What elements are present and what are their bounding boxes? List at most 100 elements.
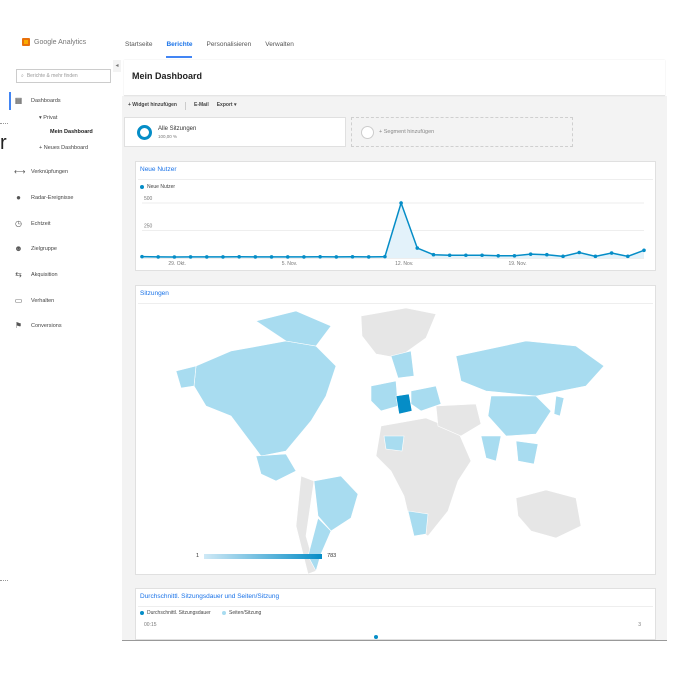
data-point[interactable] bbox=[253, 255, 258, 259]
divider bbox=[138, 606, 653, 607]
sidebar-item-akquisition[interactable]: ⇆ Akquisition bbox=[14, 270, 57, 279]
tab-startseite[interactable]: Startseite bbox=[125, 41, 152, 58]
email-button[interactable]: E-Mail bbox=[194, 102, 209, 110]
search-placeholder: Berichte & mehr finden bbox=[26, 73, 78, 79]
clock-icon: ◷ bbox=[15, 219, 22, 228]
sidebar-item-label: Radar-Ereignisse bbox=[31, 194, 74, 201]
export-button[interactable]: Export ▾ bbox=[217, 102, 237, 110]
data-point[interactable] bbox=[350, 254, 355, 259]
sidebar-item-verknuepfungen[interactable]: ⟷ Verknüpfungen bbox=[14, 167, 68, 176]
y-tick-label: 500 bbox=[144, 196, 153, 202]
map-europe-west bbox=[370, 380, 399, 412]
flag-icon: ⚑ bbox=[14, 321, 23, 330]
data-point[interactable] bbox=[188, 255, 193, 259]
data-point[interactable] bbox=[545, 252, 549, 257]
people-icon: ☻ bbox=[14, 244, 23, 253]
map-scale: 1 783 bbox=[196, 553, 336, 559]
map-germany bbox=[395, 393, 413, 415]
map-mexico bbox=[255, 453, 297, 482]
world-map bbox=[175, 307, 605, 575]
data-point[interactable] bbox=[609, 251, 614, 255]
collapse-sidebar-button[interactable]: ◂ bbox=[113, 60, 121, 72]
data-point[interactable] bbox=[464, 253, 468, 258]
data-point[interactable] bbox=[528, 252, 533, 256]
data-point[interactable] bbox=[156, 255, 160, 259]
data-point[interactable] bbox=[221, 255, 225, 259]
sidebar-item-verhalten[interactable]: ▭ Verhalten bbox=[14, 296, 55, 305]
data-point[interactable] bbox=[577, 250, 582, 255]
map-greenland bbox=[360, 307, 437, 359]
data-point[interactable] bbox=[285, 255, 290, 259]
add-segment-label: + Segment hinzufügen bbox=[379, 129, 435, 135]
data-point[interactable] bbox=[140, 254, 144, 259]
data-point[interactable] bbox=[447, 253, 452, 258]
widget-title[interactable]: Durchschnittl. Sitzungsdauer und Seiten/… bbox=[140, 593, 279, 600]
window-icon: ▭ bbox=[14, 296, 23, 305]
scale-min: 1 bbox=[196, 553, 200, 559]
add-segment-button[interactable]: + Segment hinzufügen bbox=[351, 117, 573, 147]
tab-personalisieren[interactable]: Personalisieren bbox=[206, 41, 251, 58]
sidebar-item-neues-dashboard[interactable]: + Neues Dashboard bbox=[39, 145, 88, 151]
divider bbox=[122, 640, 667, 641]
sidebar-item-zielgruppe[interactable]: ☻ Zielgruppe bbox=[14, 244, 57, 253]
arrows-icon: ⇆ bbox=[15, 270, 22, 279]
data-point[interactable] bbox=[269, 255, 274, 259]
sidebar-item-echtzeit[interactable]: ◷ Echtzeit bbox=[14, 219, 51, 228]
segment-percentage: 100,00 % bbox=[158, 134, 178, 139]
data-point[interactable] bbox=[204, 255, 209, 259]
data-point[interactable] bbox=[383, 254, 387, 259]
sidebar-item-radar[interactable]: ● Radar-Ereignisse bbox=[14, 193, 74, 202]
map-china bbox=[487, 395, 552, 437]
data-point[interactable] bbox=[512, 254, 517, 258]
tab-verwalten[interactable]: Verwalten bbox=[265, 41, 294, 58]
scale-max: 783 bbox=[327, 553, 337, 559]
brand-name: Google Analytics bbox=[34, 38, 87, 46]
data-point[interactable] bbox=[496, 254, 501, 258]
add-widget-button[interactable]: + Widget hinzufügen bbox=[128, 102, 177, 110]
map-southeast-asia bbox=[515, 440, 539, 465]
map-west-africa bbox=[383, 435, 405, 452]
tab-berichte[interactable]: Berichte bbox=[166, 41, 193, 58]
data-point[interactable] bbox=[626, 254, 630, 259]
sidebar-item-conversions[interactable]: ⚑ Conversions bbox=[14, 321, 62, 330]
x-tick-label: 12. Nov. bbox=[395, 261, 413, 267]
data-point[interactable] bbox=[399, 201, 403, 205]
search-input[interactable]: ⌕ Berichte & mehr finden bbox=[16, 69, 111, 83]
segment-card[interactable]: Alle Sitzungen 100,00 % bbox=[124, 117, 346, 147]
map-south-africa bbox=[407, 510, 429, 537]
y-tick-label: 250 bbox=[144, 224, 153, 230]
data-point[interactable] bbox=[237, 254, 241, 259]
map-scandinavia bbox=[390, 350, 415, 379]
page-header: Mein Dashboard bbox=[124, 60, 665, 96]
data-point[interactable] bbox=[480, 253, 484, 258]
dashboard-toolbar: + Widget hinzufügen E-Mail Export ▾ bbox=[128, 102, 236, 110]
segment-placeholder-icon bbox=[361, 126, 374, 139]
sidebar-item-mein-dashboard[interactable]: Mein Dashboard bbox=[50, 129, 93, 135]
new-users-widget: Neue Nutzer Neue Nutzer 500 250 29. Okt. 5.… bbox=[135, 161, 656, 271]
data-point[interactable] bbox=[172, 255, 177, 259]
data-point[interactable] bbox=[334, 255, 339, 259]
link-icon: ⟷ bbox=[14, 167, 26, 176]
data-point[interactable] bbox=[593, 254, 598, 259]
sidebar-item-label: Verknüpfungen bbox=[31, 168, 69, 175]
segment-ring-icon bbox=[137, 125, 152, 140]
left-axis-tick: 00:15 bbox=[144, 622, 157, 628]
map-india bbox=[480, 435, 502, 462]
data-point[interactable] bbox=[366, 255, 371, 259]
sidebar-item-label: Zielgruppe bbox=[31, 245, 57, 252]
sidebar-item-dashboards[interactable]: ▦ Dashboards bbox=[14, 96, 61, 105]
x-tick-label: 5. Nov. bbox=[282, 261, 297, 267]
data-point[interactable] bbox=[431, 252, 436, 257]
data-point[interactable] bbox=[642, 248, 646, 253]
pin-icon: ● bbox=[16, 193, 21, 202]
active-indicator bbox=[9, 92, 11, 110]
data-point[interactable] bbox=[318, 254, 322, 259]
sidebar-item-label: Dashboards bbox=[31, 97, 61, 104]
brand[interactable]: Google Analytics bbox=[22, 38, 86, 46]
sidebar-item-label: Verhalten bbox=[31, 297, 55, 304]
data-point[interactable] bbox=[415, 246, 420, 250]
data-point[interactable] bbox=[561, 254, 565, 259]
sidebar-item-privat[interactable]: ▾ Privat bbox=[39, 115, 57, 121]
map-canada-north bbox=[255, 310, 332, 347]
data-point[interactable] bbox=[302, 255, 306, 259]
